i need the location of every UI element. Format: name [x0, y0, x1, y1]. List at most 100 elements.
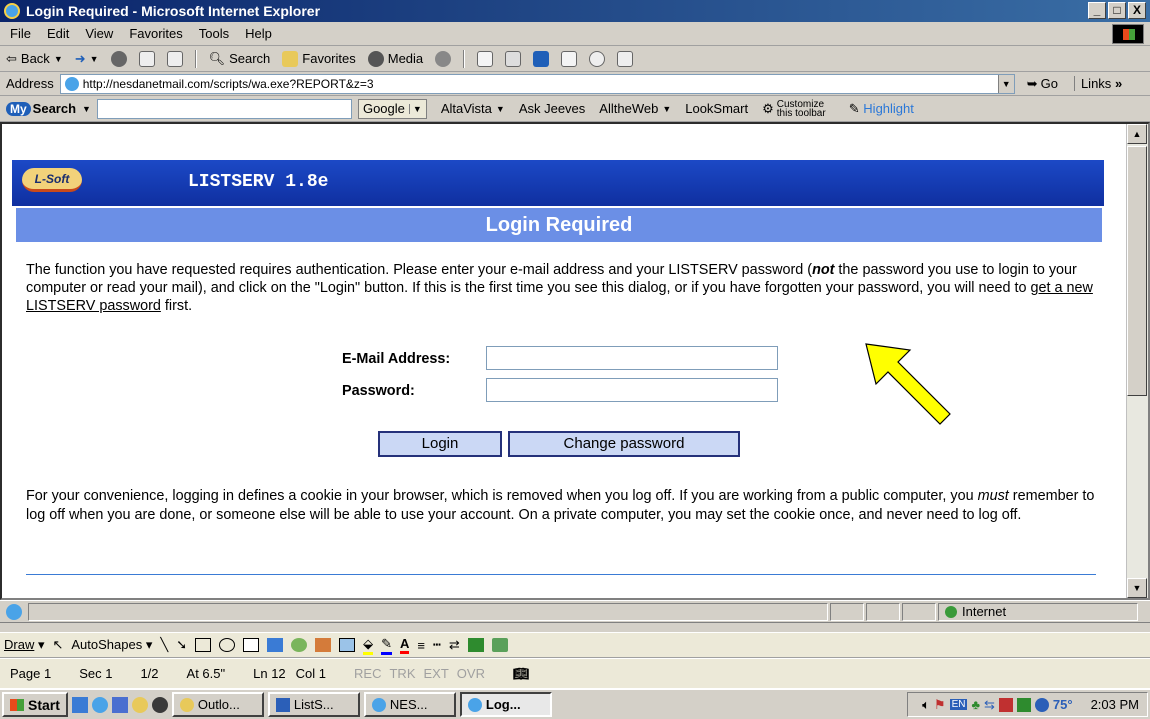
arrow-icon[interactable]: ➘: [176, 637, 187, 653]
rec-indicator[interactable]: REC: [354, 666, 381, 681]
language-indicator[interactable]: EN: [949, 699, 968, 710]
quick-launch-outlook-icon[interactable]: [131, 696, 148, 713]
scroll-up-icon[interactable]: ▲: [1127, 124, 1147, 144]
task-login[interactable]: Log...: [459, 692, 552, 717]
task-listserv-doc[interactable]: ListS...: [267, 692, 360, 717]
volume-icon[interactable]: 🔈︎: [922, 697, 930, 713]
history-icon[interactable]: [435, 50, 452, 67]
refresh-icon[interactable]: [138, 50, 155, 67]
update-tray-icon[interactable]: [1016, 697, 1031, 712]
shadow-icon[interactable]: [467, 638, 484, 652]
highlight-button[interactable]: ✎ Highlight: [849, 101, 914, 117]
discuss-icon[interactable]: [561, 50, 578, 67]
search-button[interactable]: 🔍︎ Search: [209, 51, 271, 67]
address-dropdown-icon[interactable]: ▼: [997, 74, 1014, 93]
picture-icon[interactable]: [339, 638, 356, 652]
quick-launch-media-icon[interactable]: [151, 696, 168, 713]
weather-temp[interactable]: 75°: [1053, 697, 1073, 712]
address-input[interactable]: http://nesdanetmail.com/scripts/wa.exe?R…: [59, 73, 1015, 94]
trk-indicator[interactable]: TRK: [389, 666, 415, 681]
messenger-icon[interactable]: [589, 50, 606, 67]
mail-icon[interactable]: [477, 50, 494, 67]
clipart-icon[interactable]: [315, 638, 332, 652]
search-toolbar-input[interactable]: [96, 98, 352, 119]
clock[interactable]: 2:03 PM: [1091, 697, 1139, 712]
links-button[interactable]: Links »: [1073, 76, 1122, 91]
my-search-label[interactable]: Search: [33, 101, 76, 116]
oval-icon[interactable]: [219, 638, 236, 652]
minimize-button[interactable]: _: [1088, 2, 1106, 19]
network-tray-icon[interactable]: ⇆: [984, 697, 995, 713]
lsoft-logo[interactable]: L-Soft: [22, 168, 82, 192]
quick-launch-save-icon[interactable]: [111, 696, 128, 713]
scroll-down-icon[interactable]: ▼: [1127, 578, 1147, 598]
askjeeves-button[interactable]: Ask Jeeves: [519, 101, 585, 116]
customize-button[interactable]: ⚙ Customize this toolbar: [762, 99, 835, 118]
go-button[interactable]: ➥ Go: [1027, 76, 1058, 92]
vertical-scrollbar[interactable]: ▲ ▼: [1126, 124, 1148, 598]
stop-icon[interactable]: [110, 50, 127, 67]
scroll-thumb[interactable]: [1127, 146, 1147, 396]
media-button[interactable]: Media: [367, 50, 423, 67]
maximize-button[interactable]: □: [1108, 2, 1126, 19]
task-nes[interactable]: NES...: [363, 692, 456, 717]
google-button[interactable]: Google ▼: [357, 98, 427, 119]
alltheweb-button[interactable]: AlltheWeb: [599, 101, 658, 116]
looksmart-button[interactable]: LookSmart: [685, 101, 748, 116]
forward-button[interactable]: ➜ ▼: [75, 51, 99, 67]
line-icon[interactable]: ╲: [160, 637, 168, 653]
fill-color-icon[interactable]: ⬙: [363, 636, 374, 655]
browser-viewport: L-Soft LISTSERV 1.8e Login Required The …: [0, 122, 1150, 600]
textbox-icon[interactable]: [243, 638, 260, 652]
favorites-button[interactable]: Favorites: [282, 50, 356, 67]
ext-indicator[interactable]: EXT: [423, 666, 448, 681]
back-button[interactable]: ⇦ Back ▼: [6, 51, 63, 67]
spelling-status-icon[interactable]: 📖︎: [513, 666, 530, 682]
menu-file[interactable]: File: [10, 26, 31, 41]
dropdown-icon[interactable]: ▼: [82, 104, 91, 114]
arrow-style-icon[interactable]: ⇄: [449, 637, 460, 653]
home-icon[interactable]: [166, 50, 183, 67]
ovr-indicator[interactable]: OVR: [457, 666, 485, 681]
email-field[interactable]: [486, 346, 778, 370]
dropdown-icon[interactable]: ▼: [662, 104, 671, 114]
messenger-tray-icon[interactable]: ♣: [971, 697, 980, 712]
quick-launch-ie-icon[interactable]: [91, 696, 108, 713]
wordart-icon[interactable]: [267, 638, 284, 652]
menu-help[interactable]: Help: [245, 26, 272, 41]
line-color-icon[interactable]: ✎: [381, 636, 393, 655]
pointer-icon[interactable]: ↖: [52, 637, 63, 653]
rectangle-icon[interactable]: [195, 638, 212, 652]
dash-style-icon[interactable]: ┅: [433, 637, 441, 653]
window-titlebar: Login Required - Microsoft Internet Expl…: [0, 0, 1150, 22]
3d-icon[interactable]: [491, 638, 508, 652]
login-button[interactable]: Login: [378, 431, 502, 457]
dropdown-icon[interactable]: ▼: [496, 104, 505, 114]
dropdown-icon[interactable]: ▼: [408, 103, 422, 114]
task-outlook[interactable]: Outlo...: [171, 692, 264, 717]
ie-icon: [4, 3, 20, 19]
menu-view[interactable]: View: [85, 26, 113, 41]
print-icon[interactable]: [505, 50, 522, 67]
change-password-button[interactable]: Change password: [508, 431, 740, 457]
clock-tray-icon[interactable]: [1034, 697, 1049, 712]
antivirus-tray-icon[interactable]: [998, 697, 1013, 712]
research-icon[interactable]: [617, 50, 634, 67]
altavista-button[interactable]: AltaVista: [441, 101, 492, 116]
password-field[interactable]: [486, 378, 778, 402]
quick-launch-desktop-icon[interactable]: [71, 696, 88, 713]
menu-edit[interactable]: Edit: [47, 26, 69, 41]
start-button[interactable]: Start: [2, 692, 68, 717]
language-icon[interactable]: ⚑: [934, 697, 946, 713]
menu-favorites[interactable]: Favorites: [129, 26, 182, 41]
autoshapes-menu[interactable]: AutoShapes ▾: [71, 637, 152, 653]
diagram-icon[interactable]: [291, 638, 308, 652]
draw-menu[interactable]: Draw ▾: [4, 637, 44, 653]
close-button[interactable]: X: [1128, 2, 1146, 19]
font-color-icon[interactable]: A: [400, 636, 410, 654]
ie-icon: [371, 697, 386, 712]
menu-tools[interactable]: Tools: [199, 26, 229, 41]
line-style-icon[interactable]: ≡: [417, 638, 425, 653]
edit-icon[interactable]: [533, 50, 550, 67]
cookie-must: must: [977, 488, 1009, 504]
